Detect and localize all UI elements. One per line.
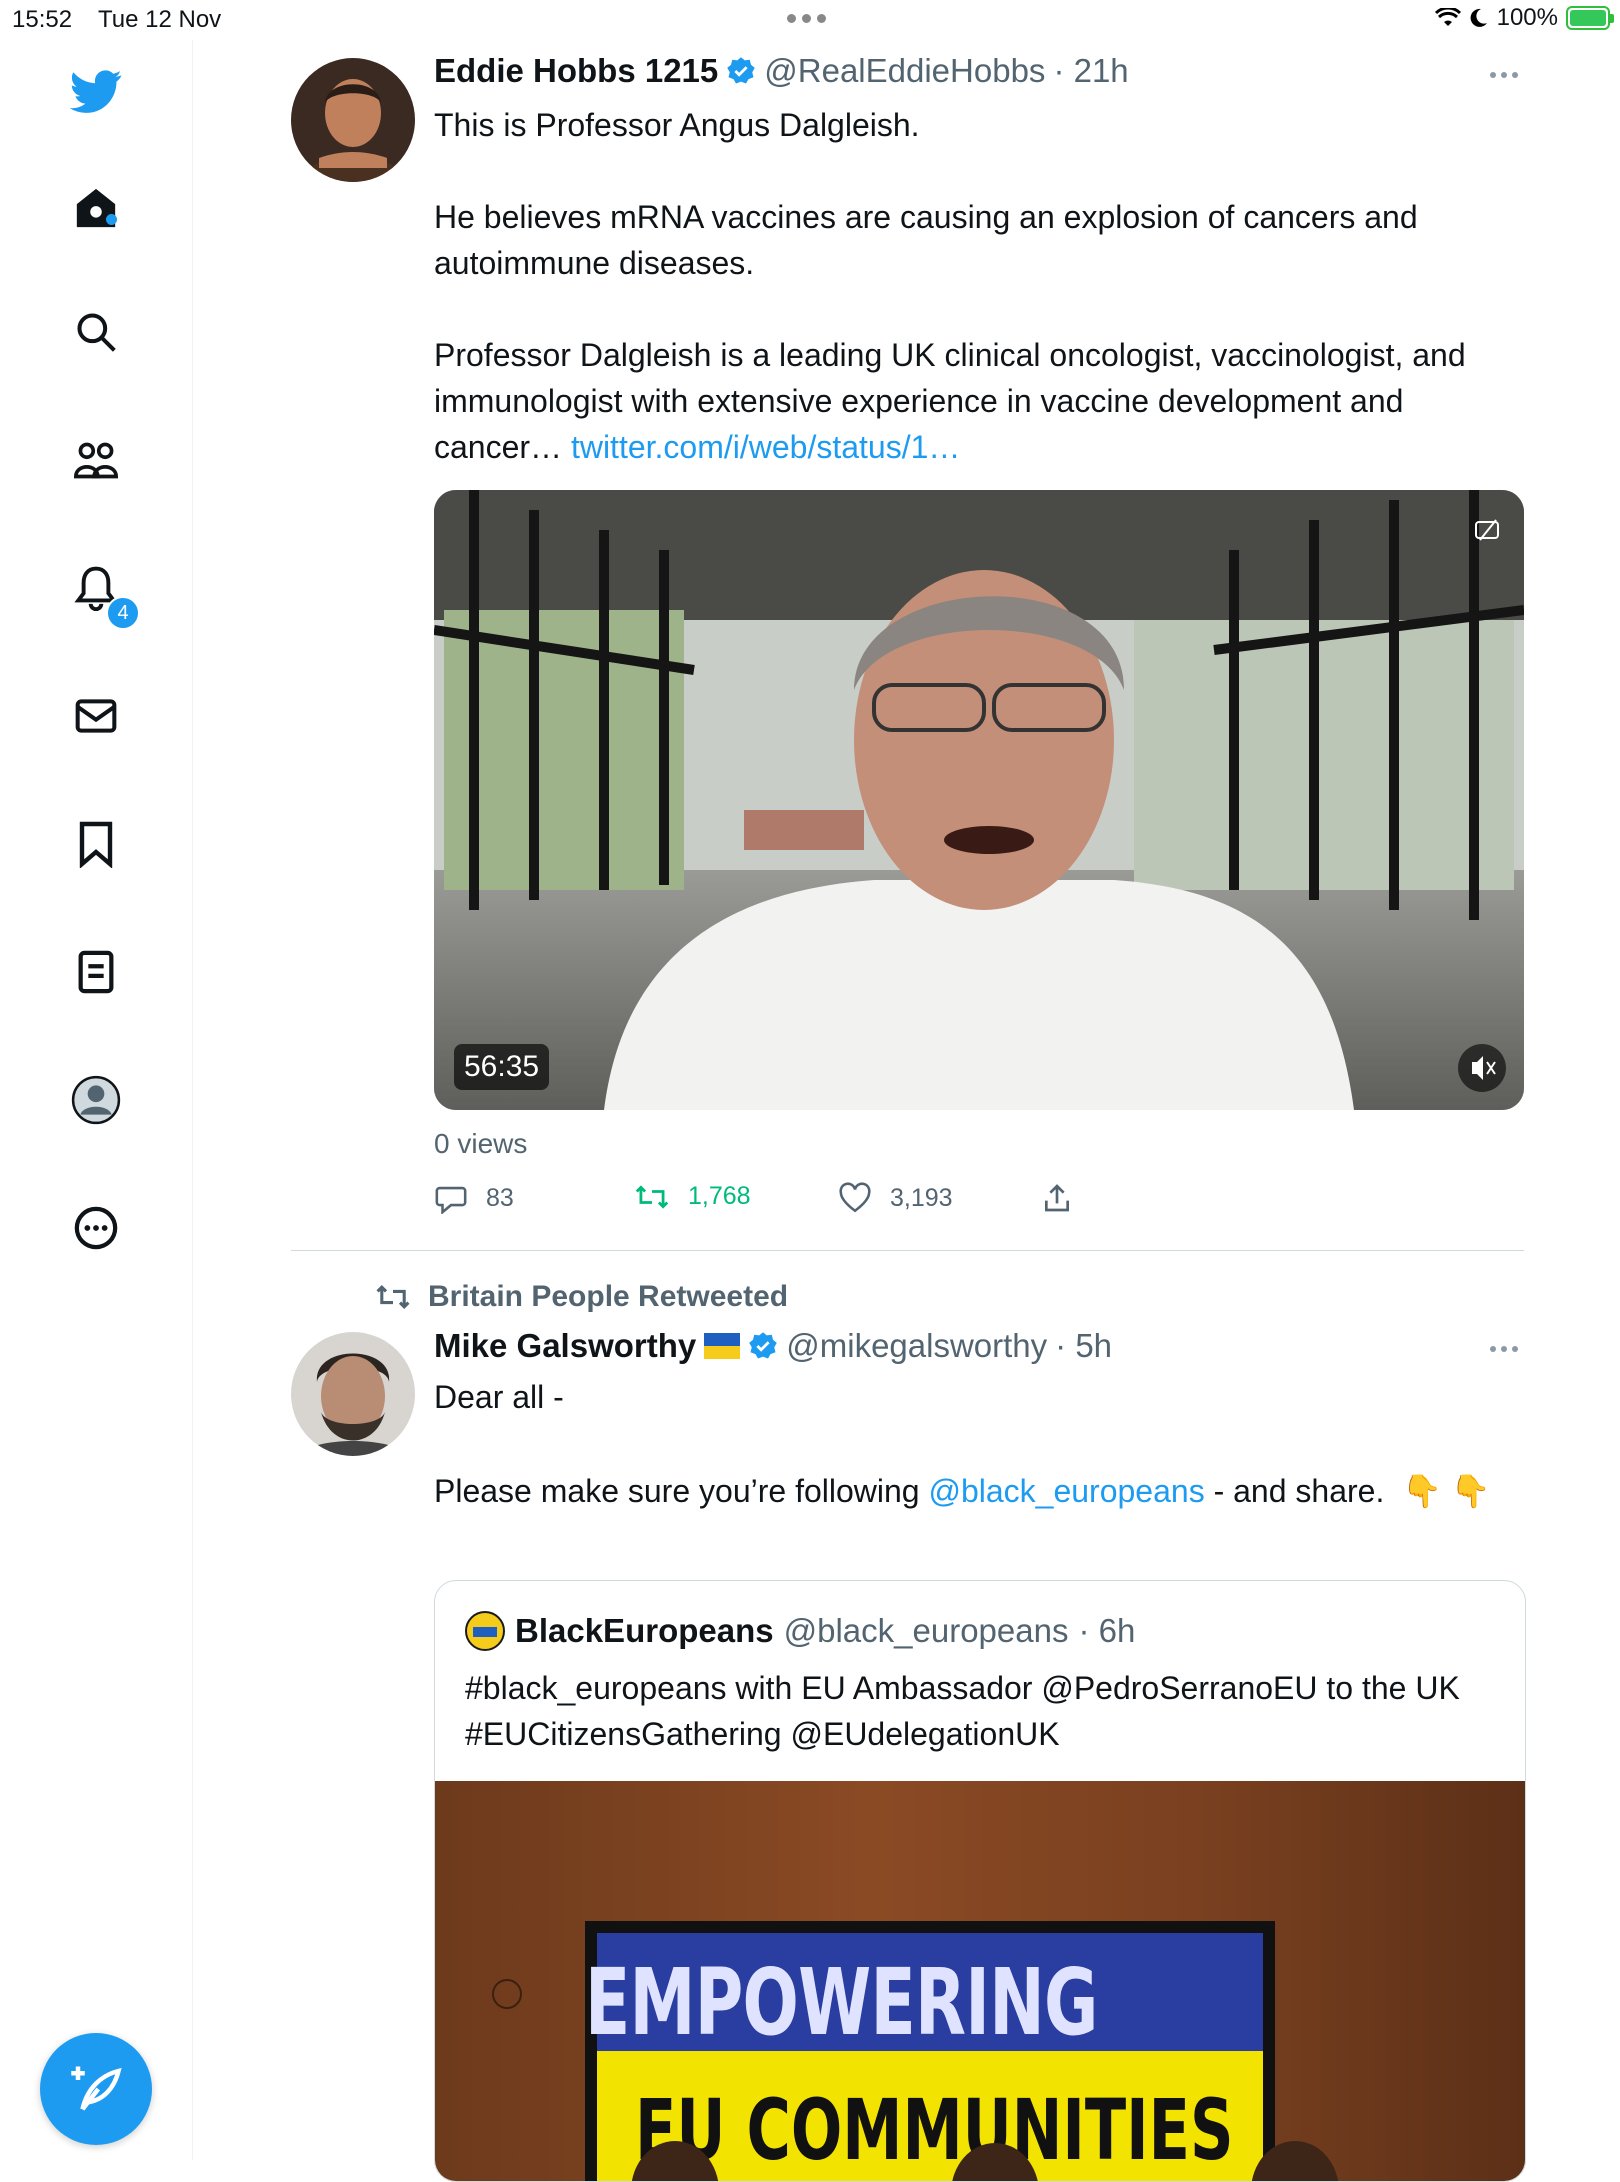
share-icon xyxy=(1045,1184,1069,1212)
retweeted-by-row[interactable]: Britain People Retweeted xyxy=(374,1280,788,1314)
multitasking-dots-icon[interactable] xyxy=(787,14,826,23)
status-time: 15:52 xyxy=(12,6,73,33)
messages-icon[interactable] xyxy=(66,686,126,746)
mention-link[interactable]: @black_europeans xyxy=(928,1473,1204,1509)
reply-button[interactable]: 83 xyxy=(434,1182,514,1214)
status-bar: 15:52 Tue 12 Nov 100% xyxy=(0,0,1620,40)
reply-icon xyxy=(435,1186,467,1214)
tweet-divider xyxy=(291,1250,1524,1251)
tweet-text-line: Dear all - xyxy=(434,1379,564,1415)
quoted-author-handle[interactable]: @black_europeans xyxy=(784,1612,1069,1650)
video-frame-image xyxy=(434,490,1524,1110)
reply-count: 83 xyxy=(486,1183,514,1212)
more-icon[interactable] xyxy=(66,1198,126,1258)
avatar xyxy=(465,1611,505,1651)
avatar[interactable] xyxy=(291,58,415,182)
quoted-author-name[interactable]: BlackEuropeans xyxy=(515,1612,774,1650)
verified-badge-icon xyxy=(749,1332,777,1359)
tweet-text-line: This is Professor Angus Dalgleish. xyxy=(434,107,920,143)
compose-tweet-button[interactable] xyxy=(40,2033,152,2145)
search-icon[interactable] xyxy=(66,302,126,362)
avatar[interactable] xyxy=(291,1332,415,1456)
retweet-icon xyxy=(376,1285,410,1309)
tweet-text-paragraph: He believes mRNA vaccines are causing an… xyxy=(434,199,1427,281)
tweet-views: 0 views xyxy=(434,1128,528,1159)
tweet-author-name[interactable]: Mike Galsworthy xyxy=(434,1327,696,1365)
twitter-logo-icon[interactable] xyxy=(66,62,126,122)
moon-icon xyxy=(1470,8,1487,27)
ukraine-flag-icon xyxy=(704,1333,741,1359)
bookmarks-icon[interactable] xyxy=(66,814,126,874)
wifi-icon xyxy=(1434,8,1461,26)
retweeted-by-text: Britain People Retweeted xyxy=(428,1280,789,1313)
tweet-time[interactable]: · 21h xyxy=(1053,52,1128,90)
quoted-tweet-photo[interactable]: EMPOWERING EU COMMUNITIES xyxy=(435,1781,1525,2181)
battery-percent: 100% xyxy=(1496,4,1558,31)
compose-feather-icon xyxy=(71,2066,122,2111)
home-unread-dot xyxy=(106,214,117,225)
quoted-tweet-time[interactable]: · 6h xyxy=(1078,1612,1135,1650)
like-button[interactable]: 3,193 xyxy=(838,1182,953,1214)
tweet-more-options-icon[interactable] xyxy=(1490,1346,1518,1352)
lists-icon[interactable] xyxy=(66,942,126,1002)
retweet-icon xyxy=(635,1184,669,1209)
home-icon[interactable] xyxy=(66,178,126,238)
tweet-author-handle[interactable]: @RealEddieHobbs xyxy=(764,52,1045,90)
profile-icon[interactable] xyxy=(66,1070,126,1130)
share-button[interactable] xyxy=(1042,1182,1072,1214)
tweet-author-handle[interactable]: @mikegalsworthy xyxy=(786,1327,1047,1365)
quoted-tweet[interactable]: BlackEuropeans @black_europeans · 6h #bl… xyxy=(434,1580,1526,2182)
video-duration: 56:35 xyxy=(454,1044,550,1090)
retweet-button[interactable]: 1,768 xyxy=(634,1182,751,1211)
tweet-video[interactable]: 56:35 xyxy=(434,490,1524,1110)
like-count: 3,193 xyxy=(890,1183,953,1212)
notification-badge: 4 xyxy=(106,596,140,630)
sidebar: 4 xyxy=(0,40,193,2160)
tweet-author-name[interactable]: Eddie Hobbs 1215 xyxy=(434,52,718,90)
tweet-link[interactable]: twitter.com/i/web/status/1… xyxy=(571,429,960,465)
verified-badge-icon xyxy=(727,57,756,84)
tweet-text-paragraph-2: Professor Dalgleish is a leading UK clin… xyxy=(434,337,1475,465)
mute-icon[interactable] xyxy=(1458,1044,1506,1092)
battery-icon xyxy=(1566,6,1614,30)
tweet-text-paragraph: Please make sure you’re following @black… xyxy=(434,1473,1491,1509)
quoted-tweet-text: #black_europeans with EU Ambassador @Ped… xyxy=(465,1670,1460,1752)
tweet-time[interactable]: · 5h xyxy=(1055,1327,1112,1365)
retweet-count: 1,768 xyxy=(688,1182,751,1210)
heart-icon xyxy=(839,1182,871,1213)
tweet-more-options-icon[interactable] xyxy=(1490,72,1518,78)
status-date: Tue 12 Nov xyxy=(98,6,222,33)
communities-icon[interactable] xyxy=(66,430,126,490)
